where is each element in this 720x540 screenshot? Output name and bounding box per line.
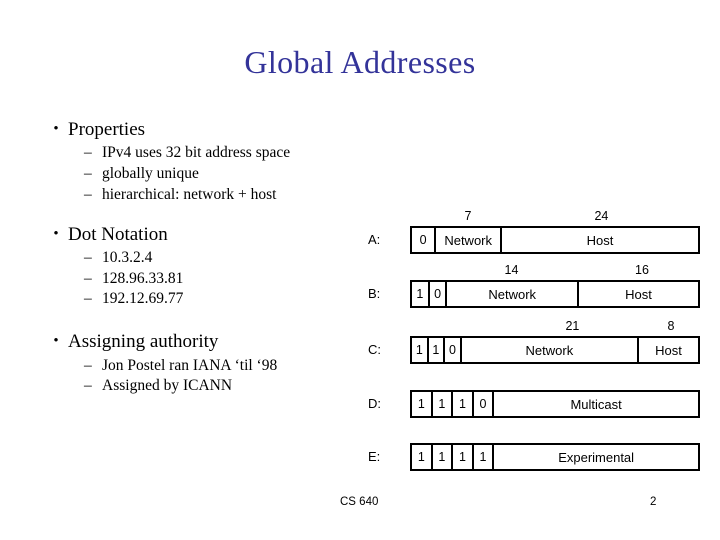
dash-bullet-icon: – — [84, 165, 92, 183]
ip-address-class-diagram: 7 24 A: 0 Network Host 14 16 B: 1 0 Network Host 21 8 C… — [368, 200, 708, 490]
sub-bullet-list-assigning-authority: – Jon Postel ran IANA ‘til ‘98 – Assigne… — [44, 356, 404, 398]
dash-bullet-icon: – — [84, 377, 92, 395]
address-format-bar: 1 1 1 0 Multicast — [410, 390, 700, 418]
sub-bullet-item: – globally unique — [84, 164, 404, 185]
address-bit-cell: 1 — [412, 282, 430, 306]
bit-count-label: 7 — [464, 209, 472, 223]
bit-count-label: 8 — [667, 319, 675, 333]
address-field-cell: Host — [655, 342, 682, 358]
address-bit-cell: 0 — [430, 282, 448, 306]
address-bit-cell: 1 — [433, 445, 454, 469]
address-bit-cell: 1 — [453, 445, 474, 469]
address-bit-cell: 0 — [412, 228, 437, 252]
sub-bullet-label: 10.3.2.4 — [102, 248, 153, 266]
sub-bullet-list-dot-notation: – 10.3.2.4 – 128.96.33.81 – 192.12.69.77 — [44, 248, 404, 310]
address-bit-cell: 1 — [433, 392, 454, 416]
bit-count-marks: 21 8 — [410, 319, 700, 335]
address-field-cell: Experimental — [558, 449, 635, 465]
address-format-bar: 1 0 Network Host — [410, 280, 700, 308]
sub-bullet-item: – Jon Postel ran IANA ‘til ‘98 — [84, 356, 404, 377]
bullet-heading-label: Dot Notation — [68, 223, 168, 245]
bullet-heading-dot-notation: • Dot Notation — [44, 223, 404, 247]
slide-canvas: Global Addresses • Properties – IPv4 use… — [0, 0, 720, 540]
sub-bullet-label: hierarchical: network + host — [102, 185, 277, 203]
dash-bullet-icon: – — [84, 290, 92, 308]
address-field-cell: Network — [462, 338, 640, 362]
address-bit-cell: 1 — [412, 445, 433, 469]
address-class-label: A: — [368, 232, 381, 247]
bullet-dot-icon: • — [53, 333, 59, 350]
footer-course-label: CS 640 — [340, 496, 379, 508]
address-class-label: D: — [368, 396, 381, 411]
footer-page-number: 2 — [650, 496, 657, 508]
slide-body: • Properties – IPv4 uses 32 bit address … — [44, 118, 404, 403]
sub-bullet-label: 128.96.33.81 — [102, 269, 184, 287]
address-bit-cell: 1 — [453, 392, 474, 416]
address-class-label: E: — [368, 449, 381, 464]
sub-bullet-list-properties: – IPv4 uses 32 bit address space – globa… — [44, 143, 404, 205]
address-bit-cell: 1 — [412, 392, 433, 416]
bit-count-label: 16 — [635, 263, 649, 277]
sub-bullet-item: – 128.96.33.81 — [84, 269, 404, 290]
address-bit-cell: 1 — [474, 445, 495, 469]
address-class-label: B: — [368, 286, 381, 301]
dash-bullet-icon: – — [84, 248, 92, 266]
dash-bullet-icon: – — [84, 269, 92, 287]
address-field-cell: Network — [447, 282, 579, 306]
sub-bullet-label: IPv4 uses 32 bit address space — [102, 144, 291, 162]
bullet-dot-icon: • — [53, 121, 59, 137]
address-field-cell: Multicast — [570, 396, 622, 412]
bullet-section-dot-notation: • Dot Notation – 10.3.2.4 – 128.96.33.81… — [44, 223, 404, 311]
page-title: Global Addresses — [244, 44, 476, 80]
dash-bullet-icon: – — [84, 185, 92, 203]
address-format-bar: 1 1 1 1 Experimental — [410, 443, 700, 471]
address-bit-cell: 1 — [429, 338, 446, 362]
dash-bullet-icon: – — [84, 144, 92, 162]
bullet-heading-label: Properties — [68, 119, 146, 140]
address-field-cell: Network — [436, 228, 503, 252]
sub-bullet-label: Jon Postel ran IANA ‘til ‘98 — [102, 356, 278, 374]
sub-bullet-item: – IPv4 uses 32 bit address space — [84, 143, 404, 164]
address-bit-cell: 1 — [412, 338, 429, 362]
bullet-section-properties: • Properties – IPv4 uses 32 bit address … — [44, 118, 404, 206]
address-field-cell: Host — [586, 232, 614, 248]
bit-count-label: 24 — [594, 209, 609, 223]
sub-bullet-item: – 10.3.2.4 — [84, 248, 404, 269]
bullet-heading-properties: • Properties — [44, 118, 404, 142]
sub-bullet-item: – hierarchical: network + host — [84, 185, 404, 206]
bit-count-label: 14 — [504, 263, 519, 277]
address-bit-cell: 0 — [474, 392, 495, 416]
sub-bullet-label: 192.12.69.77 — [102, 290, 184, 308]
address-format-bar: 1 1 0 Network Host — [410, 336, 700, 364]
bullet-dot-icon: • — [53, 225, 59, 242]
bullet-section-assigning-authority: • Assigning authority – Jon Postel ran I… — [44, 330, 404, 397]
sub-bullet-label: Assigned by ICANN — [102, 377, 233, 395]
sub-bullet-label: globally unique — [102, 165, 199, 183]
sub-bullet-item: – Assigned by ICANN — [84, 376, 404, 397]
bullet-heading-label: Assigning authority — [68, 331, 219, 353]
address-class-label: C: — [368, 342, 381, 357]
bit-count-marks: 14 16 — [410, 263, 700, 279]
address-format-bar: 0 Network Host — [410, 226, 700, 254]
address-bit-cell: 0 — [445, 338, 462, 362]
address-field-cell: Host — [625, 286, 652, 302]
dash-bullet-icon: – — [84, 356, 92, 374]
bit-count-marks: 7 24 — [410, 209, 700, 225]
bit-count-label: 21 — [565, 319, 580, 333]
sub-bullet-item: – 192.12.69.77 — [84, 289, 404, 310]
bullet-heading-assigning-authority: • Assigning authority — [44, 330, 404, 354]
